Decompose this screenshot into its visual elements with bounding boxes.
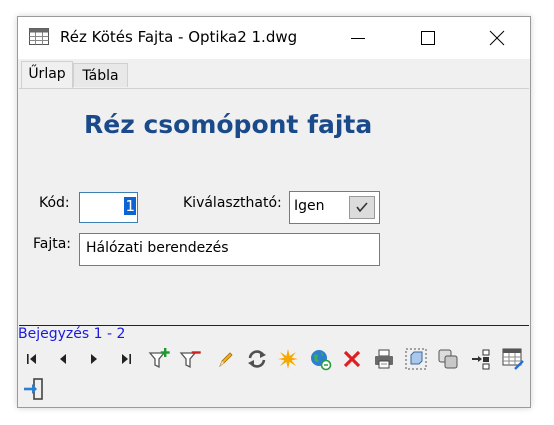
delete-icon bbox=[343, 350, 361, 368]
previous-record-button[interactable] bbox=[51, 347, 75, 371]
checkmark-icon bbox=[356, 202, 368, 213]
remove-filter-button[interactable] bbox=[178, 347, 202, 371]
link-icon bbox=[472, 349, 490, 370]
table-app-icon bbox=[29, 28, 49, 45]
title-bar[interactable]: Réz Kötés Fajta - Optika2 1.dwg bbox=[18, 17, 530, 59]
last-record-icon bbox=[122, 354, 131, 364]
form-panel: Réz csomópont fajta Kód: 1 Kiválasztható… bbox=[19, 88, 529, 326]
highlight-star-icon bbox=[278, 349, 298, 369]
code-label: Kód: bbox=[39, 195, 70, 211]
toolbar bbox=[18, 344, 530, 406]
edit-button[interactable] bbox=[214, 347, 238, 371]
next-record-button[interactable] bbox=[82, 347, 106, 371]
close-icon bbox=[489, 30, 505, 46]
window-title: Réz Kötés Fajta - Optika2 1.dwg bbox=[60, 28, 298, 46]
selectable-value: Igen bbox=[294, 198, 325, 214]
next-record-icon bbox=[91, 354, 97, 364]
tab-strip: Űrlap Tábla bbox=[18, 61, 530, 89]
application-window: Réz Kötés Fajta - Optika2 1.dwg Űrlap Tá… bbox=[17, 16, 531, 408]
last-record-button[interactable] bbox=[114, 347, 138, 371]
link-button[interactable] bbox=[469, 347, 493, 371]
code-field[interactable]: 1 bbox=[79, 192, 138, 223]
table-settings-button[interactable] bbox=[501, 347, 525, 371]
delete-button[interactable] bbox=[340, 347, 364, 371]
maximize-button[interactable] bbox=[405, 17, 451, 59]
refresh-icon bbox=[248, 350, 266, 368]
selectable-field[interactable]: Igen bbox=[289, 191, 380, 224]
minimize-button[interactable] bbox=[335, 17, 381, 59]
remove-filter-icon bbox=[179, 351, 201, 369]
zoom-to-button[interactable] bbox=[308, 347, 332, 371]
select-object-icon bbox=[405, 348, 427, 370]
zoom-globe-icon bbox=[311, 350, 332, 371]
record-status: Bejegyzés 1 - 2 bbox=[18, 326, 126, 342]
form-heading: Réz csomópont fajta bbox=[84, 110, 373, 139]
add-filter-button[interactable] bbox=[147, 347, 171, 371]
refresh-button[interactable] bbox=[245, 347, 269, 371]
previous-record-icon bbox=[60, 354, 66, 364]
first-record-icon bbox=[27, 354, 36, 364]
minimize-icon bbox=[351, 38, 365, 39]
code-value: 1 bbox=[124, 197, 136, 215]
type-value: Hálózati berendezés bbox=[86, 240, 229, 256]
select-object-button[interactable] bbox=[404, 347, 428, 371]
exit-button[interactable] bbox=[22, 377, 46, 401]
print-button[interactable] bbox=[372, 347, 396, 371]
close-button[interactable] bbox=[474, 17, 520, 59]
tab-form[interactable]: Űrlap bbox=[21, 61, 73, 88]
add-filter-icon bbox=[148, 348, 170, 369]
type-field[interactable]: Hálózati berendezés bbox=[79, 233, 380, 266]
selectable-checkbox[interactable] bbox=[349, 196, 375, 219]
table-settings-icon bbox=[502, 348, 524, 370]
print-icon bbox=[375, 349, 393, 369]
selectable-label: Kiválasztható: bbox=[183, 195, 282, 211]
copy-objects-icon bbox=[438, 349, 458, 369]
exit-icon bbox=[24, 378, 43, 400]
type-label: Fajta: bbox=[33, 236, 72, 252]
copy-objects-button[interactable] bbox=[436, 347, 460, 371]
first-record-button[interactable] bbox=[20, 347, 44, 371]
edit-pencil-icon bbox=[219, 352, 233, 368]
highlight-button[interactable] bbox=[276, 347, 300, 371]
maximize-icon bbox=[421, 31, 435, 45]
tab-table[interactable]: Tábla bbox=[73, 63, 128, 87]
